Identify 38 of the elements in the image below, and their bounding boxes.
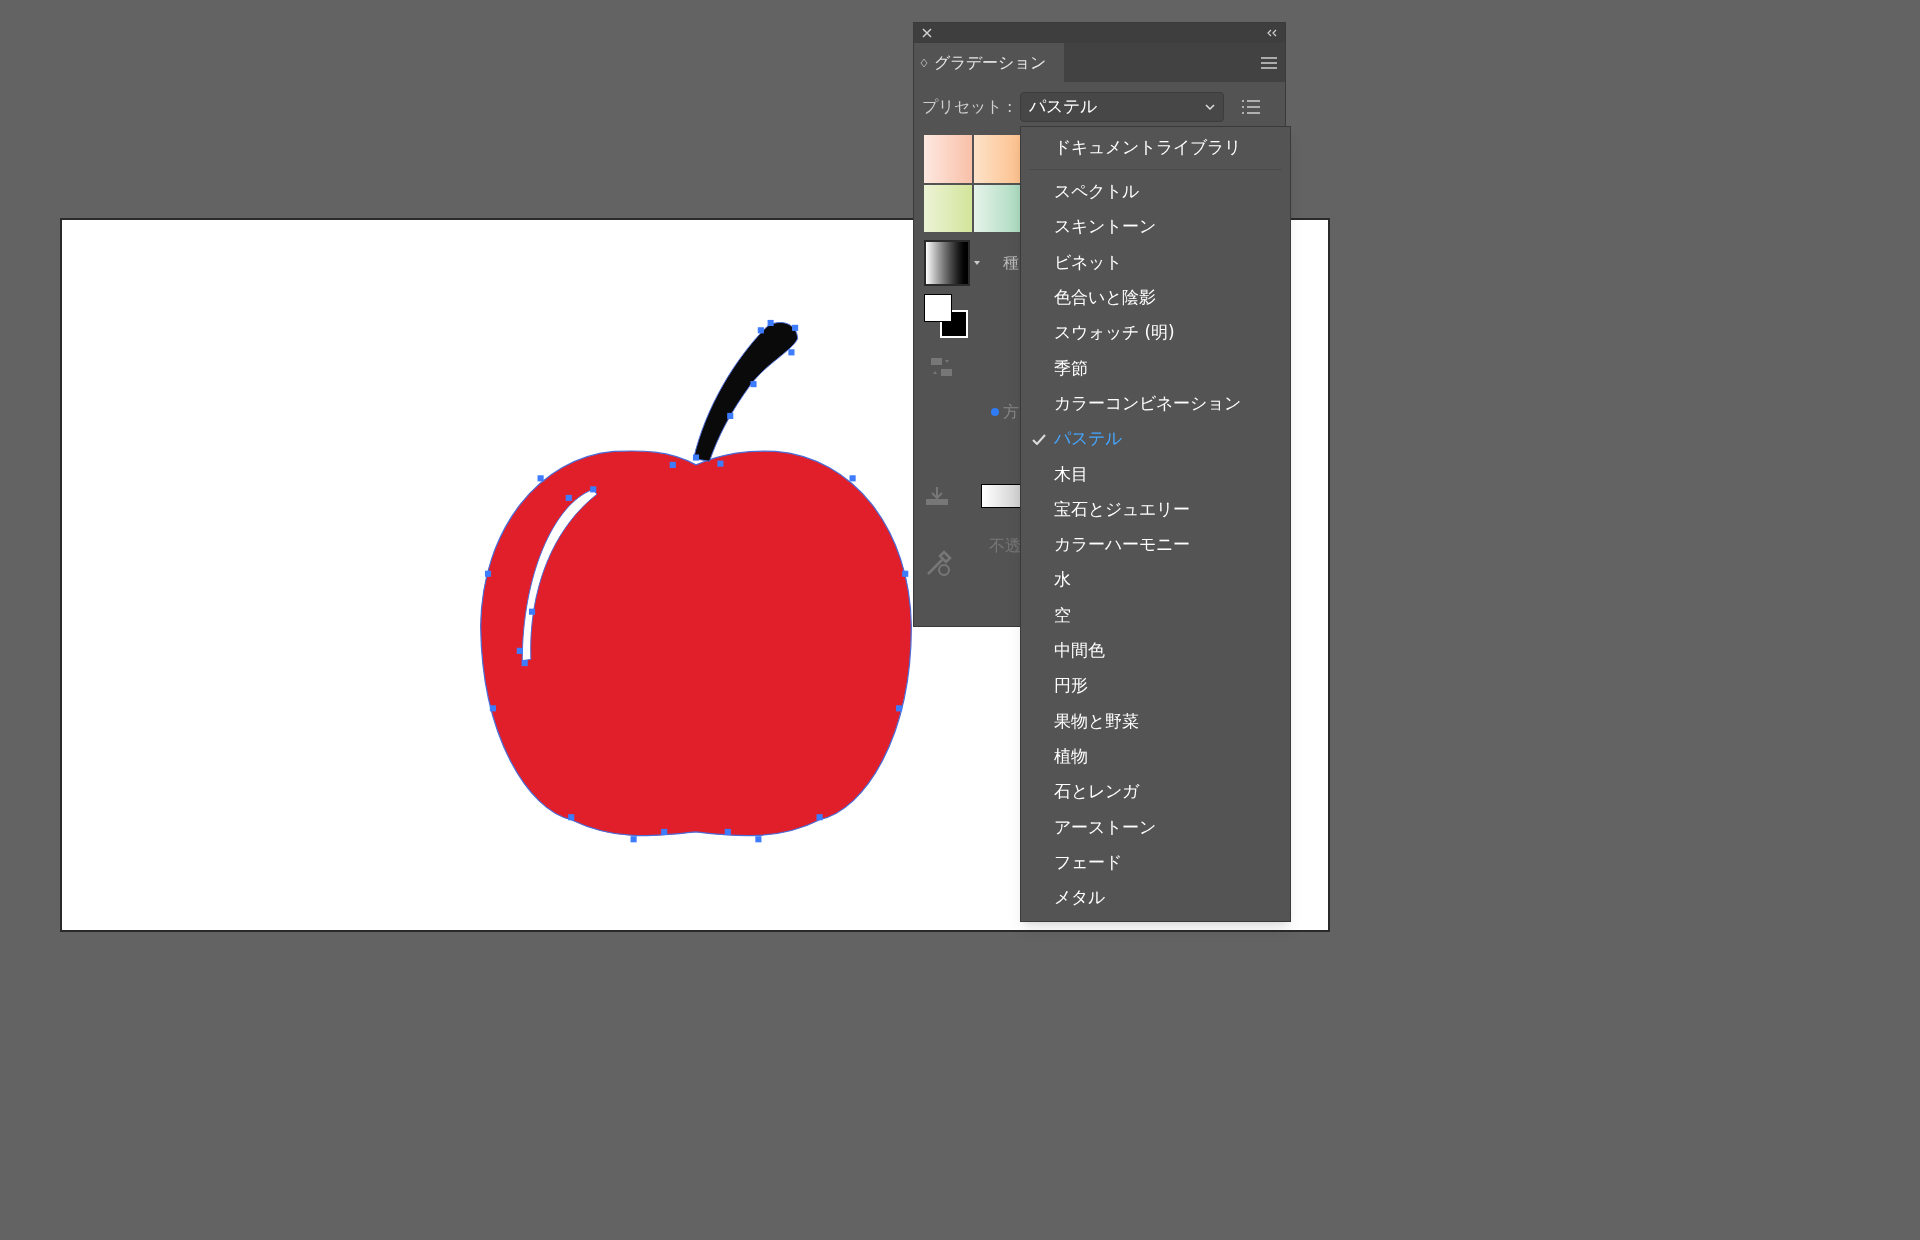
list-icon[interactable] bbox=[1242, 100, 1261, 114]
collapse-icon[interactable] bbox=[1267, 29, 1277, 37]
menu-item[interactable]: 石とレンガ bbox=[1021, 774, 1290, 810]
type-label: 種 bbox=[1003, 252, 1020, 274]
menu-item[interactable]: カラーコンビネーション bbox=[1021, 386, 1290, 422]
menu-item[interactable]: 円形 bbox=[1021, 668, 1290, 704]
chevron-icon bbox=[1205, 104, 1216, 110]
preset-label: プリセット : bbox=[922, 96, 1013, 118]
menu-icon[interactable] bbox=[1261, 56, 1277, 69]
menu-item[interactable]: 宝石とジュエリー bbox=[1021, 491, 1290, 528]
menu-item[interactable]: 植物 bbox=[1021, 739, 1290, 775]
menu-item[interactable]: スペクトル bbox=[1021, 174, 1290, 210]
preset-dropdown[interactable]: パステル bbox=[1020, 92, 1225, 122]
menu-item[interactable]: スキントーン bbox=[1021, 209, 1290, 245]
panel-tab[interactable]: グラデーション bbox=[914, 43, 1064, 82]
fill-stroke-icon[interactable] bbox=[924, 294, 968, 338]
gradient-thumbnail[interactable] bbox=[924, 240, 970, 286]
menu-item[interactable]: フェード bbox=[1021, 844, 1290, 881]
preset-swatch-grid[interactable] bbox=[924, 135, 1021, 232]
menu-item[interactable]: ビネット bbox=[1021, 244, 1290, 281]
menu-item[interactable]: 木目 bbox=[1021, 456, 1290, 492]
menu-item[interactable]: カラーハーモニー bbox=[1021, 527, 1290, 563]
gradient-bar[interactable] bbox=[981, 484, 1021, 508]
menu-item[interactable]: ドキュメントライブラリ bbox=[1021, 130, 1290, 166]
tab-handle-icon bbox=[920, 57, 928, 68]
menu-item[interactable]: 季節 bbox=[1021, 350, 1290, 387]
menu-item[interactable]: 果物と野菜 bbox=[1021, 703, 1290, 740]
menu-item[interactable]: スウォッチ (明) bbox=[1021, 315, 1290, 351]
menu-item[interactable]: アーストーン bbox=[1021, 809, 1290, 845]
caret-icon[interactable] bbox=[974, 261, 980, 265]
tab-label[interactable]: グラデーション bbox=[934, 50, 1046, 75]
menu-item[interactable]: 水 bbox=[1021, 562, 1290, 598]
menu-item[interactable]: 色合いと陰影 bbox=[1021, 280, 1290, 316]
close-icon[interactable] bbox=[922, 28, 932, 38]
check-icon bbox=[1032, 433, 1046, 445]
menu-item[interactable]: メタル bbox=[1021, 880, 1290, 916]
menu-item[interactable]: 空 bbox=[1021, 597, 1290, 634]
menu-item[interactable]: 中間色 bbox=[1021, 633, 1290, 669]
